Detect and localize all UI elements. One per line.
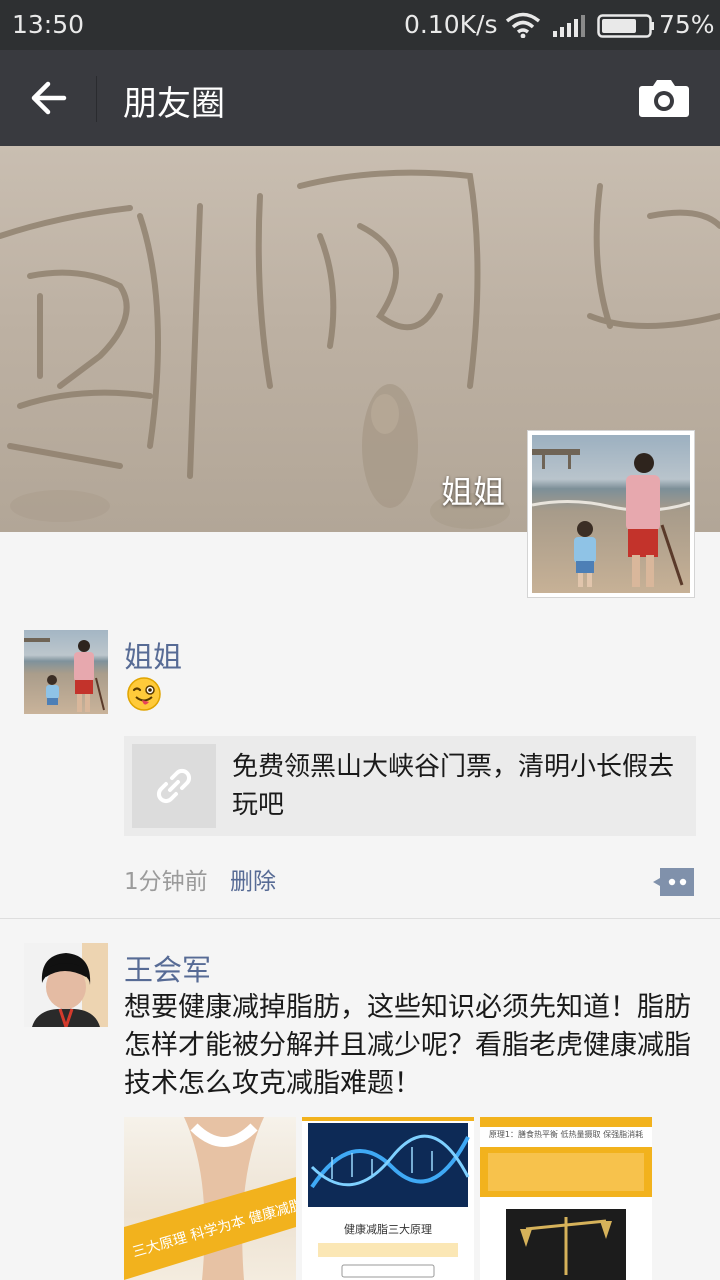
status-bar: 13:50 0.10K/s 75% — [0, 0, 720, 50]
page-title: 朋友圈 — [123, 84, 225, 124]
post-text: 想要健康减掉脂肪，这些知识必须先知道！脂肪怎样才能被分解并且减少呢？看脂老虎健康… — [124, 992, 691, 1099]
link-icon — [156, 768, 192, 804]
winking-tongue-face-icon — [127, 677, 161, 711]
moment-post: 王会军 想要健康减掉脂肪，这些知识必须先知道！脂肪怎样才能被分解并且减少呢？看脂… — [0, 919, 720, 1280]
image-caption: 原理1：膳食热平衡 低热量摄取 保强脂消耗 — [489, 1129, 643, 1139]
avatar[interactable] — [24, 943, 108, 1027]
network-speed: 0.10K/s — [404, 10, 498, 39]
profile-name: 姐姐 — [441, 473, 506, 511]
author-name[interactable]: 王会军 — [124, 947, 211, 989]
battery-icon — [597, 14, 654, 38]
link-title: 免费领黑山大峡谷门票，清明小长假去玩吧 — [232, 752, 675, 820]
post-image[interactable]: 原理1：膳食热平衡 低热量摄取 保强脂消耗 — [480, 1117, 652, 1280]
author-name[interactable]: 姐姐 — [124, 634, 182, 676]
post-image[interactable]: 健康减脂三大原理 — [302, 1117, 474, 1280]
profile-avatar-photo — [532, 435, 690, 593]
shared-link-card[interactable]: 免费领黑山大峡谷门票，清明小长假去玩吧 — [124, 736, 696, 836]
status-time: 13:50 — [12, 10, 85, 39]
wifi-icon — [505, 12, 541, 38]
post-image[interactable]: 三大原理 科学为本 健康减脂 有理可循 — [124, 1117, 296, 1280]
moment-post: 姐姐 免费领黑山大峡谷门票，清明小长假去玩吧 1分钟前 删除 — [0, 600, 720, 918]
link-thumbnail — [132, 744, 216, 828]
camera-icon[interactable] — [638, 78, 690, 118]
nav-divider — [96, 76, 97, 122]
arrow-left-icon[interactable] — [24, 76, 72, 120]
avatar[interactable] — [24, 630, 108, 714]
top-nav-bar: 朋友圈 — [0, 50, 720, 146]
image-caption: 健康减脂三大原理 — [344, 1222, 432, 1236]
delete-button[interactable]: 删除 — [230, 862, 276, 896]
profile-avatar[interactable] — [527, 430, 695, 598]
comment-icon[interactable] — [652, 866, 696, 898]
signal-icon — [553, 15, 585, 37]
post-time: 1分钟前 — [124, 869, 208, 895]
battery-percent: 75% — [659, 10, 715, 39]
